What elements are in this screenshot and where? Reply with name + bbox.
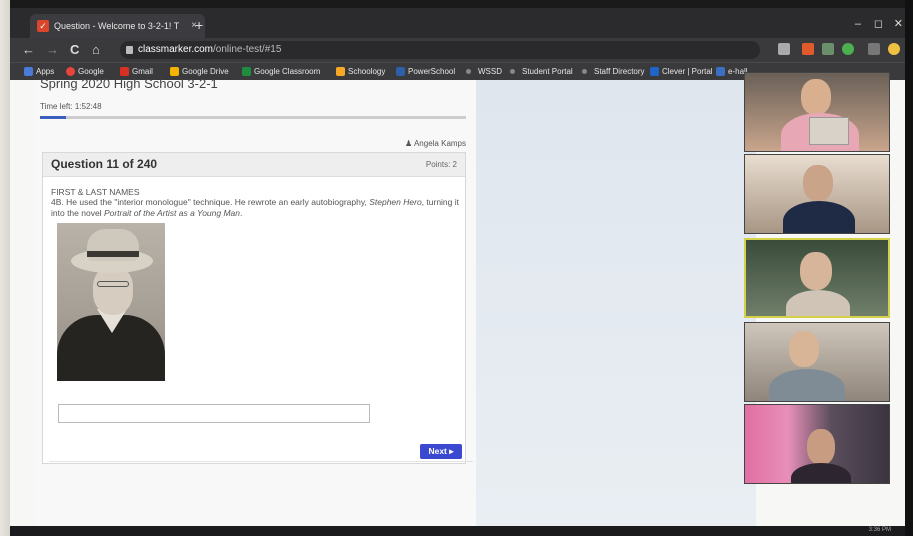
author-portrait-image: [57, 223, 165, 381]
divider: [49, 461, 473, 462]
progress-bar-fill: [40, 116, 66, 119]
extension-icon[interactable]: [868, 43, 880, 55]
bookmark-icon: [582, 69, 587, 74]
blank-page-area: [476, 80, 756, 526]
url-path: /online-test/#15: [213, 44, 282, 55]
extension-icon[interactable]: [842, 43, 854, 55]
extension-icon[interactable]: [802, 43, 814, 55]
schoology-icon: [336, 67, 345, 76]
powerschool-icon: [396, 67, 405, 76]
browser-tab-bar: ✓ Question - Welcome to 3-2-1! T × + – ◻…: [10, 8, 905, 38]
home-button[interactable]: ⌂: [92, 42, 100, 58]
classmarker-favicon-icon: ✓: [37, 20, 49, 32]
monitor-bezel-right: [905, 0, 913, 536]
user-name: ♟ Angela Kamps: [405, 139, 466, 148]
participant-face: [803, 165, 833, 201]
taskbar: 3:36 PM: [10, 526, 905, 536]
bookmark-google-classroom[interactable]: Google Classroom: [242, 65, 320, 78]
browser-tab[interactable]: ✓ Question - Welcome to 3-2-1! T ×: [30, 14, 205, 38]
question-number: Question 11 of 240: [51, 157, 158, 171]
question-points: Points: 2: [425, 160, 457, 169]
minimize-button[interactable]: –: [855, 18, 861, 30]
bookmark-clever-portal[interactable]: Clever | Portal: [650, 65, 713, 78]
monitor-bezel: [0, 0, 913, 8]
bookmark-schoology[interactable]: Schoology: [336, 65, 385, 78]
bookmark-icon: [510, 69, 515, 74]
time-left: Time left: 1:52:48: [40, 102, 102, 111]
participant-face: [800, 252, 832, 290]
question-header: Question 11 of 240 Points: 2: [43, 153, 465, 177]
next-button[interactable]: Next ▸: [420, 444, 462, 459]
participant-body: [769, 369, 845, 401]
profile-avatar-icon[interactable]: [888, 43, 900, 55]
forward-button[interactable]: →: [46, 42, 59, 58]
maximize-button[interactable]: ◻: [874, 17, 883, 30]
google-icon: [66, 67, 75, 76]
tablet-device: [809, 117, 849, 145]
video-tile-participant-3-active[interactable]: [744, 238, 890, 318]
participant-body: [783, 201, 855, 233]
video-tile-participant-4[interactable]: [744, 322, 890, 402]
participant-body: [786, 290, 850, 316]
clever-icon: [650, 67, 659, 76]
participant-body: [791, 463, 851, 483]
bookmark-wssd[interactable]: WSSD: [466, 65, 502, 78]
screen: ✓ Question - Welcome to 3-2-1! T × + – ◻…: [0, 0, 913, 536]
question-heading: FIRST & LAST NAMES: [51, 187, 140, 197]
address-bar[interactable]: classmarker.com/online-test/#15: [120, 41, 760, 59]
lock-icon: [126, 46, 133, 54]
close-window-button[interactable]: ✕: [894, 17, 903, 30]
url-host: classmarker.com: [138, 44, 214, 55]
portrait-face: [93, 267, 133, 315]
bookmark-icon: [466, 69, 471, 74]
participant-face: [789, 331, 819, 367]
video-tile-participant-2[interactable]: [744, 154, 890, 234]
progress-bar: [40, 116, 466, 119]
portrait-hat-band: [87, 251, 139, 257]
participant-face: [801, 79, 831, 115]
back-button[interactable]: ←: [22, 42, 35, 58]
quiz-title: Spring 2020 High School 3-2-1: [40, 76, 218, 91]
bookmark-student-portal[interactable]: Student Portal: [510, 65, 573, 78]
user-icon: ♟: [405, 139, 414, 148]
answer-input[interactable]: [58, 404, 370, 423]
video-call-panel: [744, 72, 896, 484]
e-hall-icon: [716, 67, 725, 76]
bookmark-powerschool[interactable]: PowerSchool: [396, 65, 455, 78]
browser-toolbar: ← → C ⌂ classmarker.com/online-test/#15: [10, 38, 905, 62]
bookmark-staff-directory[interactable]: Staff Directory: [582, 65, 645, 78]
extension-icon[interactable]: [822, 43, 834, 55]
quiz-panel: Spring 2020 High School 3-2-1 Time left:…: [36, 76, 476, 526]
bookmark-e-hall[interactable]: e-hall: [716, 65, 748, 78]
video-tile-participant-1[interactable]: [744, 72, 890, 152]
bookmark-star-icon[interactable]: [778, 43, 790, 55]
google-drive-icon: [170, 67, 179, 76]
google-classroom-icon: [242, 67, 251, 76]
portrait-glasses: [97, 281, 129, 287]
participant-face: [807, 429, 835, 465]
reload-button[interactable]: C: [70, 42, 79, 58]
question-text: 4B. He used the "interior monologue" tec…: [51, 197, 459, 218]
tab-title: Question - Welcome to 3-2-1! T: [54, 21, 180, 31]
taskbar-clock: 3:36 PM: [868, 527, 891, 533]
new-tab-button[interactable]: +: [195, 18, 203, 32]
gmail-icon: [120, 67, 129, 76]
video-tile-participant-5[interactable]: [744, 404, 890, 484]
monitor-bezel-left: [0, 0, 10, 536]
apps-grid-icon: [24, 67, 33, 76]
